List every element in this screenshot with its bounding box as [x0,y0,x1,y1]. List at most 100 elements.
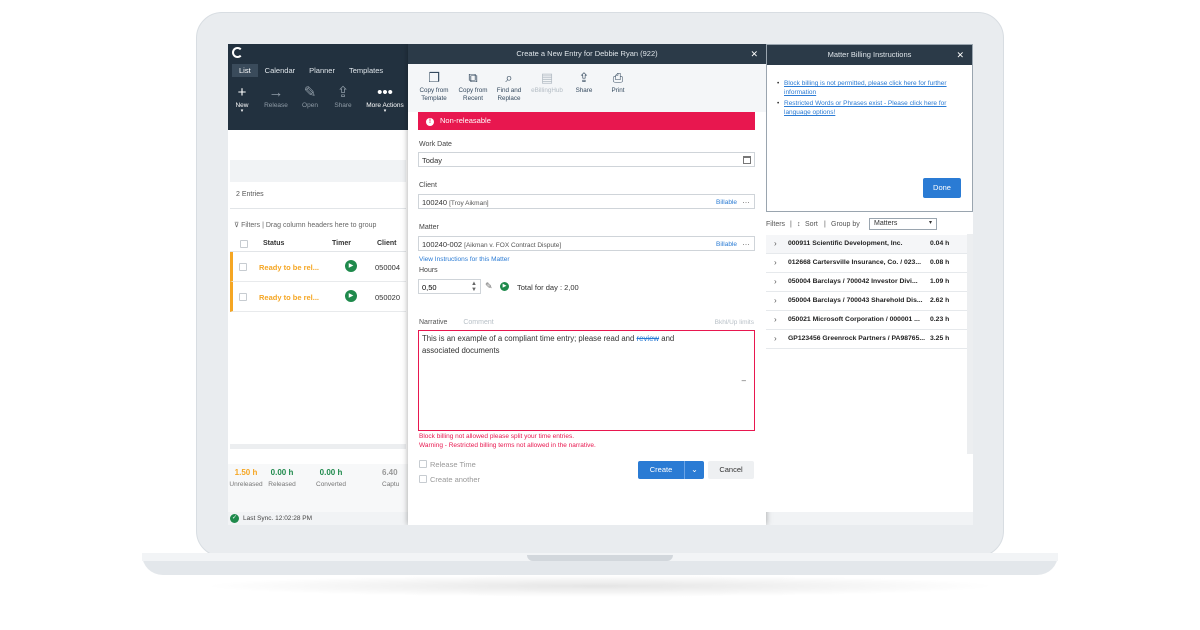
client-name: [Troy Aikman] [449,200,489,207]
close-icon[interactable]: ✕ [750,44,758,64]
column-status[interactable]: Status [263,240,284,247]
matter-more-icon[interactable]: … [742,238,750,247]
close-icon[interactable]: ✕ [956,45,964,65]
resize-handle-icon[interactable]: – [742,375,746,387]
sort-icon[interactable]: ↕ [797,221,801,228]
matter-name: 050021 Microsoft Corporation / 000001 ..… [788,316,920,323]
release-button[interactable]: → Release [259,84,293,109]
client-field[interactable]: 100240 [Troy Aikman] Billable … [418,194,755,209]
chevron-right-icon[interactable]: › [774,315,777,324]
work-date-field[interactable]: Today [418,152,755,167]
dialog-share-label: Share [575,87,593,94]
stage: List Calendar Planner Templates + New ▾ … [0,0,1200,630]
horizontal-scrollbar[interactable] [230,444,406,449]
matter-hours: 1.09 h [930,278,950,285]
create-button[interactable]: Create [638,461,684,479]
total-for-day: Total for day : 2,00 [517,283,579,292]
column-timer[interactable]: Timer [332,240,351,247]
chevron-down-icon: ▾ [928,220,932,226]
work-date-label: Work Date [419,141,452,148]
copy-recent-line2: Recent [463,95,483,102]
instruction-block-billing-link[interactable]: Block billing is not permitted, please c… [777,79,962,97]
done-button[interactable]: Done [923,178,961,198]
ebillinghub-button[interactable]: ▤ eBillingHub [527,69,567,95]
time-list-pane: List Calendar Planner Templates + New ▾ … [228,44,408,525]
open-button[interactable]: ✎ Open [293,84,327,109]
spinner-icon[interactable]: ▲ ▼ [471,281,477,293]
play-icon[interactable]: ▶ [345,260,357,272]
pencil-icon[interactable]: ✎ [485,281,493,292]
chevron-right-icon[interactable]: › [774,258,777,267]
column-client[interactable]: Client [377,240,396,247]
list-item[interactable]: › 050004 Barclays / 700043 Sharehold Dis… [766,292,973,311]
copy-template-line2: Template [421,95,447,102]
list-item[interactable]: › 000911 Scientific Development, Inc. 0.… [766,235,973,254]
print-button[interactable]: ⎙ Print [598,69,638,95]
sort-link[interactable]: Sort [805,221,818,228]
filters-link[interactable]: Filters [241,222,260,229]
client-value: 100240 [Troy Aikman] [422,198,489,207]
chevron-right-icon[interactable]: › [774,277,777,286]
select-all-checkbox[interactable] [240,240,248,248]
instruction-restricted-words-link[interactable]: Restricted Words or Phrases exist - Plea… [777,99,962,117]
release-time-checkbox[interactable] [419,460,427,469]
more-actions-button[interactable]: ••• More Actions ▾ [364,84,406,114]
list-item[interactable]: › 050021 Microsoft Corporation / 000001 … [766,311,973,330]
chevron-down-icon: ⌄ [691,465,698,474]
vertical-scrollbar[interactable] [967,234,973,454]
tab-comment[interactable]: Comment [463,319,493,326]
matter-hours: 3.25 h [930,335,950,342]
tab-templates[interactable]: Templates [342,64,390,77]
cancel-button[interactable]: Cancel [708,461,754,479]
matter-field[interactable]: 100240-002 [Aikman v. FOX Contract Dispu… [418,236,755,251]
new-button[interactable]: + New ▾ [228,84,259,114]
chevron-right-icon[interactable]: › [774,239,777,248]
narrative-textarea[interactable]: This is an example of a compliant time e… [418,330,755,431]
hours-stepper[interactable]: 0,50 ▲ ▼ [418,279,481,294]
row-status: Ready to be rel... [259,263,320,272]
client-more-icon[interactable]: … [742,196,750,205]
create-another-checkbox[interactable] [419,475,427,484]
tab-narrative[interactable]: Narrative [419,319,447,326]
chevron-right-icon[interactable]: › [774,334,777,343]
row-checkbox[interactable] [239,263,247,271]
start-timer-icon[interactable]: ▶ [500,282,509,291]
chevron-right-icon[interactable]: › [774,296,777,305]
list-item[interactable]: › 012668 Cartersville Insurance, Co. / 0… [766,254,973,273]
non-releasable-banner: ! Non-releasable [418,112,755,130]
list-item[interactable]: › GP123456 Greenrock Partners / PA98765.… [766,330,973,349]
matters-filters-link[interactable]: Filters [766,221,785,228]
create-dropdown-button[interactable]: ⌄ [684,461,704,479]
copy-from-template-button[interactable]: ❐ Copy from Template [414,69,454,103]
new-caret-icon: ▾ [240,108,244,114]
hours-label: Hours [419,267,438,274]
create-another-option[interactable]: Create another [419,475,480,484]
list-item[interactable]: › 050004 Barclays / 700042 Investor Divi… [766,273,973,292]
find-replace-button[interactable]: ⌕ Find and Replace [489,69,529,103]
view-instructions-link[interactable]: View Instructions for this Matter [419,256,510,263]
tab-planner[interactable]: Planner [302,64,342,77]
ebillinghub-label: eBillingHub [531,87,563,94]
row-checkbox[interactable] [239,293,247,301]
share-button[interactable]: ⇪ Share [326,84,360,109]
matter-billable: Billable [716,241,737,248]
group-by-label: Group by [831,221,860,228]
release-time-option[interactable]: Release Time [419,460,476,469]
calendar-icon[interactable] [743,156,751,164]
client-billable: Billable [716,199,737,206]
table-row[interactable]: Ready to be rel... ▶ 050004 [230,252,406,282]
restricted-word[interactable]: review [637,334,660,343]
tab-calendar[interactable]: Calendar [258,64,302,77]
table-row[interactable]: Ready to be rel... ▶ 050020 [230,282,406,312]
filter-icon[interactable]: ⊽ [234,222,239,229]
last-sync-text: Last Sync. 12:02:28 PM [243,515,313,522]
tab-list[interactable]: List [232,64,258,77]
filter-separator: | [790,221,792,228]
matter-hours: 0.23 h [930,316,950,323]
play-icon[interactable]: ▶ [345,290,357,302]
matter-label: Matter [419,224,439,231]
group-by-select[interactable]: Matters ▾ [869,218,937,230]
app-topbar: List Calendar Planner Templates [228,44,408,80]
copy-from-recent-button[interactable]: ⧉ Copy from Recent [453,69,493,103]
narrative-text-2: and [659,334,675,343]
